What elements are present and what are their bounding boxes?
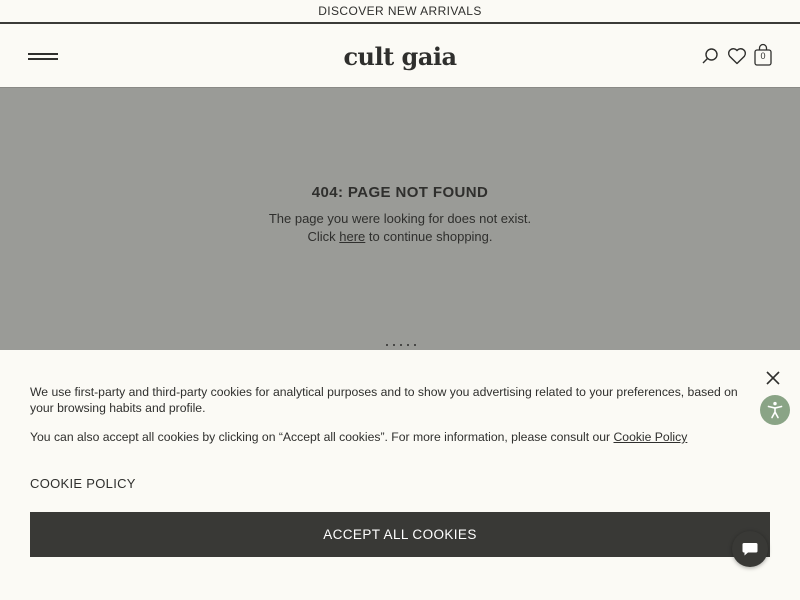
loading-dots	[386, 344, 416, 348]
search-icon[interactable]	[699, 44, 721, 68]
cookie-description: We use first-party and third-party cooki…	[30, 385, 738, 415]
chat-button[interactable]	[732, 531, 768, 567]
error-message: The page you were looking for does not e…	[268, 211, 532, 226]
heart-icon[interactable]	[726, 44, 748, 68]
accept-all-cookies-button[interactable]: ACCEPT ALL COOKIES	[30, 512, 770, 557]
dot	[414, 344, 416, 346]
brand-logo[interactable]: cult gaia	[330, 40, 470, 72]
continue-shopping-link[interactable]: here	[339, 229, 365, 244]
accessibility-icon	[767, 401, 783, 419]
continue-shopping-text: Click here to continue shopping.	[0, 229, 800, 244]
not-found-section: 404: PAGE NOT FOUND The page you were lo…	[0, 88, 800, 350]
page: DISCOVER NEW ARRIVALS cult gaia 0 404: P…	[0, 0, 800, 600]
dot	[386, 344, 388, 346]
accessibility-button[interactable]	[760, 395, 790, 425]
dot	[407, 344, 409, 346]
continue-prefix: Click	[307, 229, 340, 244]
bag-count: 0	[760, 51, 766, 61]
announcement-bar: DISCOVER NEW ARRIVALS	[0, 0, 800, 24]
site-header: cult gaia 0	[0, 24, 800, 88]
dot	[400, 344, 402, 346]
cookie-policy-link[interactable]: COOKIE POLICY	[30, 476, 136, 491]
cookie-policy-inline-link[interactable]: Cookie Policy	[613, 430, 687, 444]
dot	[393, 344, 395, 346]
cookie-consent-info: You can also accept all cookies by click…	[30, 429, 750, 445]
menu-button[interactable]	[26, 48, 60, 64]
cookie-banner: We use first-party and third-party cooki…	[0, 350, 800, 600]
menu-icon-line-top	[28, 53, 58, 55]
page-title: 404: PAGE NOT FOUND	[311, 184, 489, 201]
chat-icon	[742, 543, 758, 556]
close-icon[interactable]	[763, 368, 783, 388]
announcement-link[interactable]: DISCOVER NEW ARRIVALS	[318, 4, 482, 18]
bag-button[interactable]: 0	[752, 43, 774, 67]
continue-suffix: to continue shopping.	[365, 229, 493, 244]
cookie-consent-text: You can also accept all cookies by click…	[30, 430, 614, 444]
menu-icon-line-bottom	[28, 58, 58, 60]
